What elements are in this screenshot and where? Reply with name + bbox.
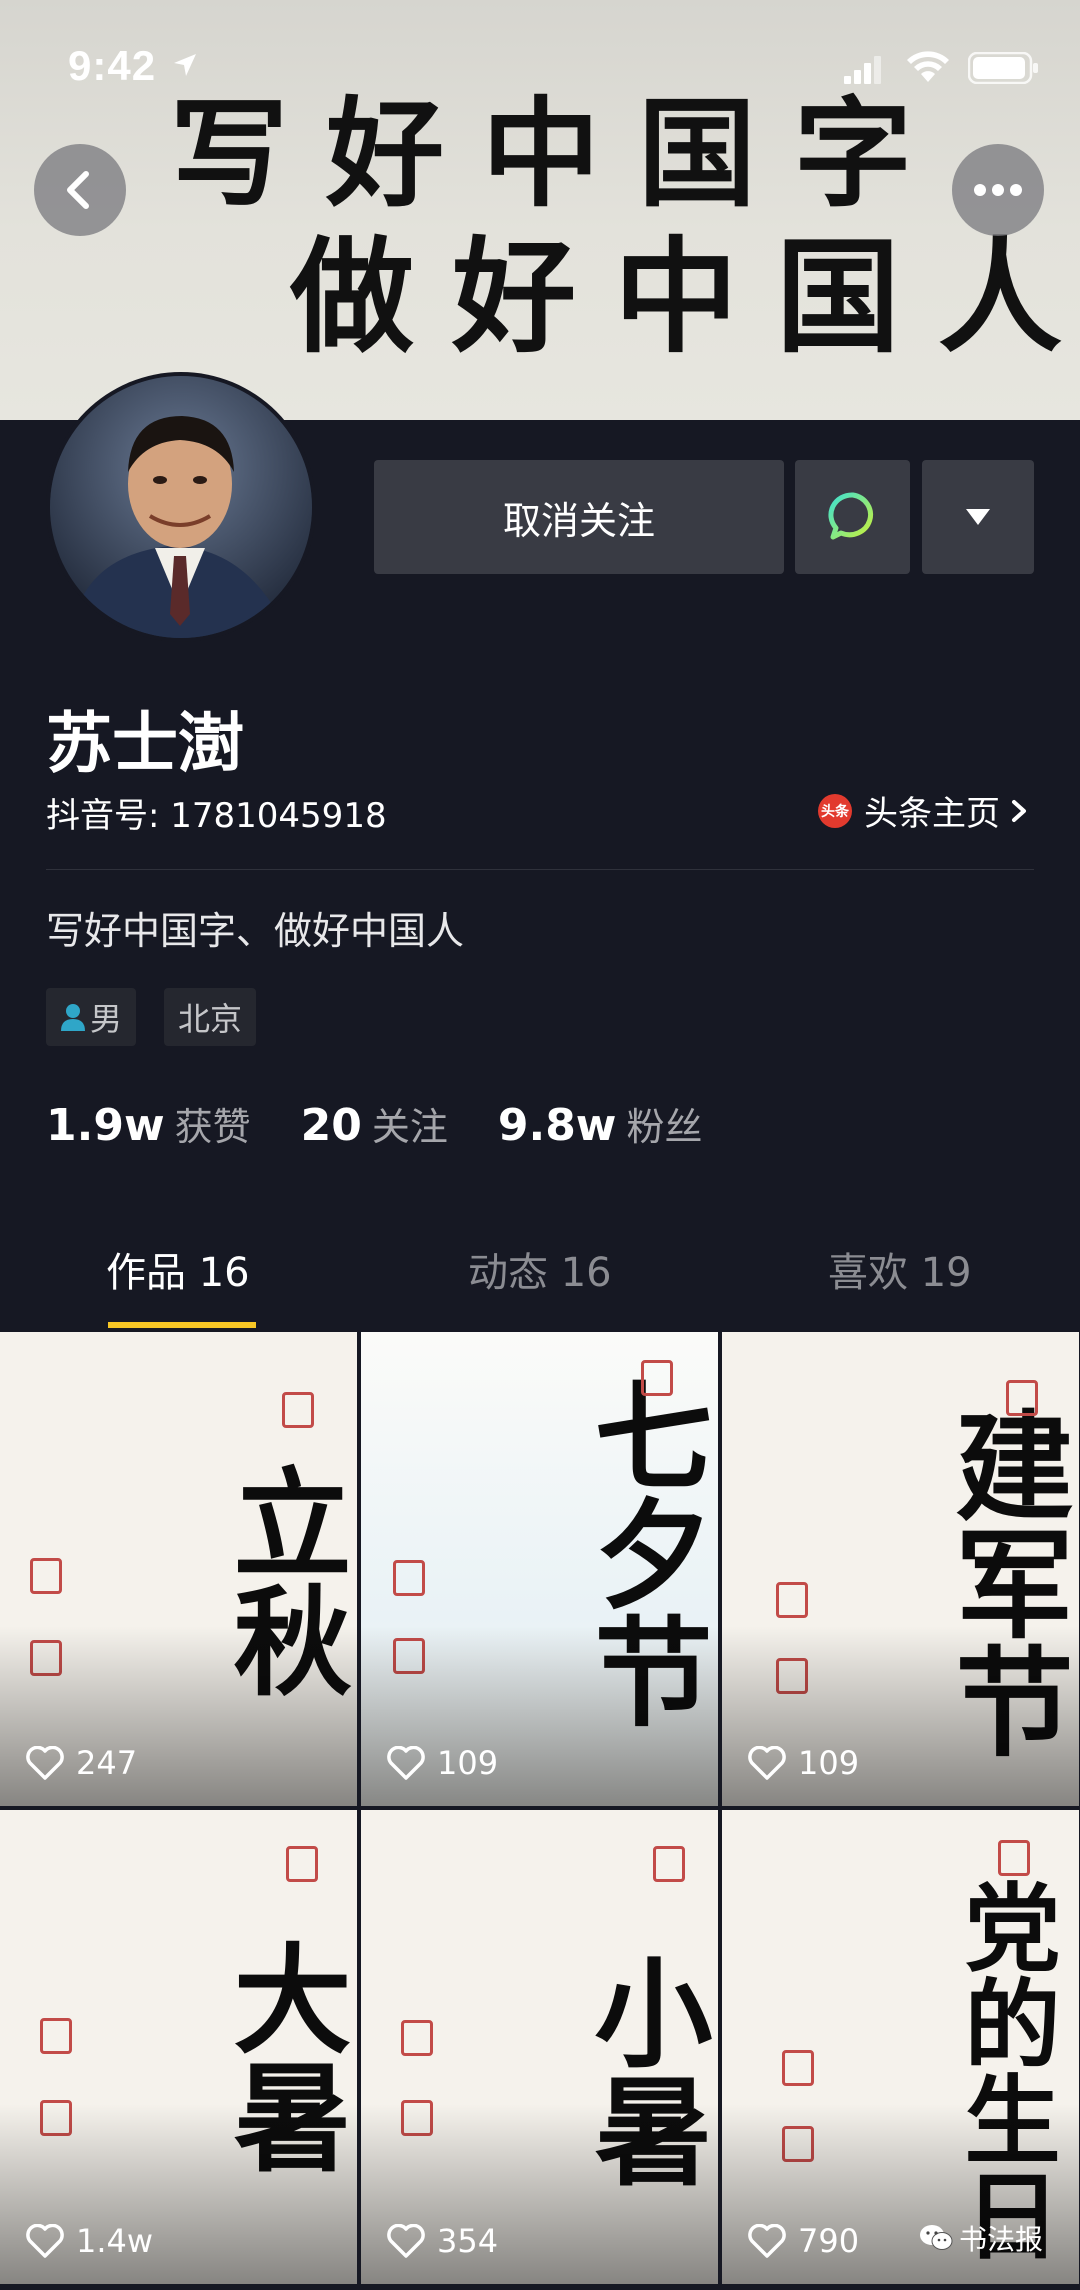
- status-bar: 9:42: [0, 38, 1080, 98]
- caret-down-icon: [966, 509, 990, 525]
- seal-stamp: [30, 1558, 62, 1594]
- following-count[interactable]: 20: [301, 1100, 362, 1151]
- likes-count: 1.9w: [46, 1100, 165, 1151]
- like-count-value: 247: [76, 1744, 138, 1782]
- followers-count[interactable]: 9.8w: [498, 1100, 617, 1151]
- more-options-button[interactable]: [952, 144, 1044, 236]
- followers-label[interactable]: 粉丝: [626, 1096, 702, 1151]
- toutiao-homepage-link[interactable]: 头条 头条主页: [818, 786, 1030, 835]
- profile-bio: 写好中国字、做好中国人: [46, 909, 465, 953]
- heart-icon: [387, 2224, 425, 2258]
- like-count: 109: [387, 1744, 498, 1782]
- avatar[interactable]: [46, 372, 316, 642]
- heart-icon: [26, 2224, 64, 2258]
- avatar-photo: [50, 376, 312, 638]
- seal-stamp: [393, 1560, 425, 1596]
- like-count-value: 790: [798, 2222, 860, 2260]
- wechat-watermark: 书法报: [919, 2218, 1043, 2258]
- likes-label: 获赞: [174, 1105, 251, 1149]
- like-count-value: 354: [437, 2222, 499, 2260]
- active-tab-indicator: [108, 1322, 256, 1328]
- seal-stamp: [286, 1846, 318, 1882]
- tab-posts[interactable]: 动态 16: [468, 1240, 612, 1298]
- following-label[interactable]: 关注: [372, 1096, 448, 1151]
- gender-label: 男: [90, 1000, 123, 1038]
- wechat-icon: [919, 2225, 953, 2250]
- watermark-label: 书法报: [958, 2223, 1043, 2256]
- video-tile[interactable]: 小暑 354: [361, 1810, 718, 2284]
- video-tile[interactable]: 立秋 247: [0, 1332, 357, 1806]
- heart-icon: [387, 1746, 425, 1780]
- like-count: 790: [748, 2222, 859, 2260]
- seal-stamp: [998, 1840, 1030, 1876]
- seal-stamp: [282, 1392, 314, 1428]
- video-tile[interactable]: 党的生日 790 书法报: [722, 1810, 1079, 2284]
- video-tile[interactable]: 建军节 109: [722, 1332, 1079, 1806]
- cellular-signal-icon: [844, 56, 881, 84]
- profile-tabs: 作品 16 动态 16 喜欢 19: [0, 1240, 1080, 1330]
- like-count: 354: [387, 2222, 498, 2260]
- like-count-value: 109: [437, 1744, 499, 1782]
- heart-icon: [748, 1746, 786, 1780]
- status-time: 9:42: [68, 42, 157, 89]
- recommend-dropdown-button[interactable]: [922, 460, 1034, 574]
- profile-name: 苏士澍: [46, 705, 244, 782]
- like-count-value: 1.4w: [76, 2222, 154, 2260]
- city-label: 北京: [178, 1000, 243, 1038]
- seal-stamp: [401, 2020, 433, 2056]
- like-count: 247: [26, 1744, 137, 1782]
- chat-bubble-icon: [827, 492, 873, 540]
- like-count-value: 109: [798, 1744, 860, 1782]
- seal-stamp: [776, 1582, 808, 1618]
- seal-stamp: [653, 1846, 685, 1882]
- chevron-right-icon: [1012, 799, 1026, 822]
- wifi-icon: [907, 51, 949, 82]
- chevron-left-icon: [67, 171, 89, 209]
- profile-stats: 1.9w 获赞 20 关注 9.8w 粉丝: [46, 1096, 752, 1151]
- like-count: 1.4w: [26, 2222, 153, 2260]
- video-grid: 立秋 247 七夕节 109 建军节 109 大暑 1.4w 小暑 354 党的…: [0, 1332, 1080, 2290]
- message-button[interactable]: [795, 460, 910, 574]
- douyin-id: 抖音号: 1781045918: [46, 796, 387, 836]
- heart-icon: [748, 2224, 786, 2258]
- gender-tag: 男: [46, 988, 137, 1046]
- seal-stamp: [782, 2050, 814, 2086]
- seal-stamp: [641, 1360, 673, 1396]
- toutiao-link-label: 头条主页: [864, 794, 1000, 834]
- video-tile[interactable]: 七夕节 109: [361, 1332, 718, 1806]
- video-tile[interactable]: 大暑 1.4w: [0, 1810, 357, 2284]
- battery-icon: [968, 52, 1038, 84]
- tab-works[interactable]: 作品 16: [106, 1240, 250, 1298]
- location-arrow-icon: [174, 54, 196, 76]
- banner-calligraphy-line2: 做好中国人: [290, 225, 1080, 370]
- person-icon: [61, 1004, 85, 1031]
- unfollow-button[interactable]: 取消关注: [374, 460, 784, 574]
- divider: [46, 869, 1034, 870]
- seal-stamp: [40, 2018, 72, 2054]
- seal-stamp: [1006, 1380, 1038, 1416]
- back-button[interactable]: [34, 144, 126, 236]
- more-dots-icon: [974, 184, 1022, 196]
- heart-icon: [26, 1746, 64, 1780]
- tab-likes[interactable]: 喜欢 19: [828, 1240, 972, 1298]
- toutiao-logo-icon: 头条: [818, 793, 852, 828]
- city-tag: 北京: [164, 988, 257, 1046]
- like-count: 109: [748, 1744, 859, 1782]
